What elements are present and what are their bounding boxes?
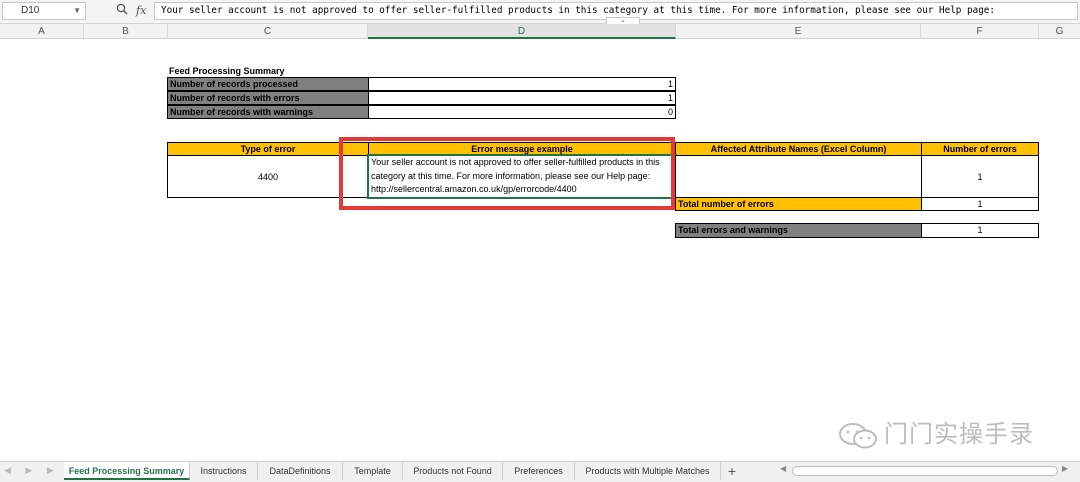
column-header-c[interactable]: C xyxy=(168,24,368,39)
tab-template[interactable]: Template xyxy=(343,462,403,480)
total-errors-warnings-label[interactable]: Total errors and warnings xyxy=(675,223,922,238)
total-errors-label[interactable]: Total number of errors xyxy=(675,197,922,211)
column-header-e[interactable]: E xyxy=(676,24,921,39)
tab-products-multiple-matches[interactable]: Products with Multiple Matches xyxy=(575,462,721,480)
name-box[interactable]: D10 ▼ xyxy=(2,2,86,20)
total-errors-warnings-value[interactable]: 1 xyxy=(921,223,1039,238)
summary-label-processed[interactable]: Number of records processed xyxy=(167,77,369,91)
header-number-of-errors[interactable]: Number of errors xyxy=(921,142,1039,156)
column-header-d[interactable]: D xyxy=(368,24,676,39)
summary-label-errors[interactable]: Number of records with errors xyxy=(167,91,369,105)
wechat-icon xyxy=(839,423,877,449)
total-errors-value[interactable]: 1 xyxy=(921,197,1039,211)
column-headers: A B C D E F G xyxy=(0,24,1080,39)
affected-attributes-cell[interactable] xyxy=(675,155,922,198)
sheet-tab-bar: ◀ ▶ ▶ Feed Processing Summary Instructio… xyxy=(0,461,1080,482)
highlight-annotation xyxy=(339,137,675,210)
tab-datadefinitions[interactable]: DataDefinitions xyxy=(258,462,343,480)
column-header-a[interactable]: A xyxy=(0,24,84,39)
tab-preferences[interactable]: Preferences xyxy=(503,462,575,480)
tab-feed-processing-summary[interactable]: Feed Processing Summary xyxy=(64,462,190,480)
summary-value-warnings[interactable]: 0 xyxy=(368,105,676,119)
horizontal-scrollbar[interactable]: ◀ ▶ xyxy=(780,464,1070,476)
summary-value-processed[interactable]: 1 xyxy=(368,77,676,91)
scroll-left-icon[interactable]: ◀ xyxy=(780,464,786,473)
column-header-b[interactable]: B xyxy=(84,24,168,39)
scroll-right-icon[interactable]: ▶ xyxy=(1062,464,1068,473)
tab-instructions[interactable]: Instructions xyxy=(190,462,258,480)
column-header-f[interactable]: F xyxy=(921,24,1039,39)
formula-bar: D10 ▼ fx Your seller account is not appr… xyxy=(0,0,1080,25)
watermark: 门门实操手录 xyxy=(838,420,1053,450)
sheet-nav-arrows-icon[interactable]: ◀ ▶ ▶ xyxy=(4,465,60,476)
summary-value-errors[interactable]: 1 xyxy=(368,91,676,105)
tab-products-not-found[interactable]: Products not Found xyxy=(403,462,503,480)
name-box-value: D10 xyxy=(21,5,40,16)
number-of-errors-cell[interactable]: 1 xyxy=(921,155,1039,198)
scrollbar-thumb[interactable] xyxy=(792,466,1058,476)
header-affected-attributes[interactable]: Affected Attribute Names (Excel Column) xyxy=(675,142,922,156)
chevron-down-icon[interactable]: ▼ xyxy=(73,3,81,19)
add-sheet-icon[interactable]: + xyxy=(724,462,740,480)
column-header-g[interactable]: G xyxy=(1039,24,1080,39)
watermark-text: 门门实操手录 xyxy=(884,421,1034,448)
fx-icon[interactable]: fx xyxy=(136,3,146,19)
summary-label-warnings[interactable]: Number of records with warnings xyxy=(167,105,369,119)
zoom-search-icon[interactable] xyxy=(116,3,130,19)
